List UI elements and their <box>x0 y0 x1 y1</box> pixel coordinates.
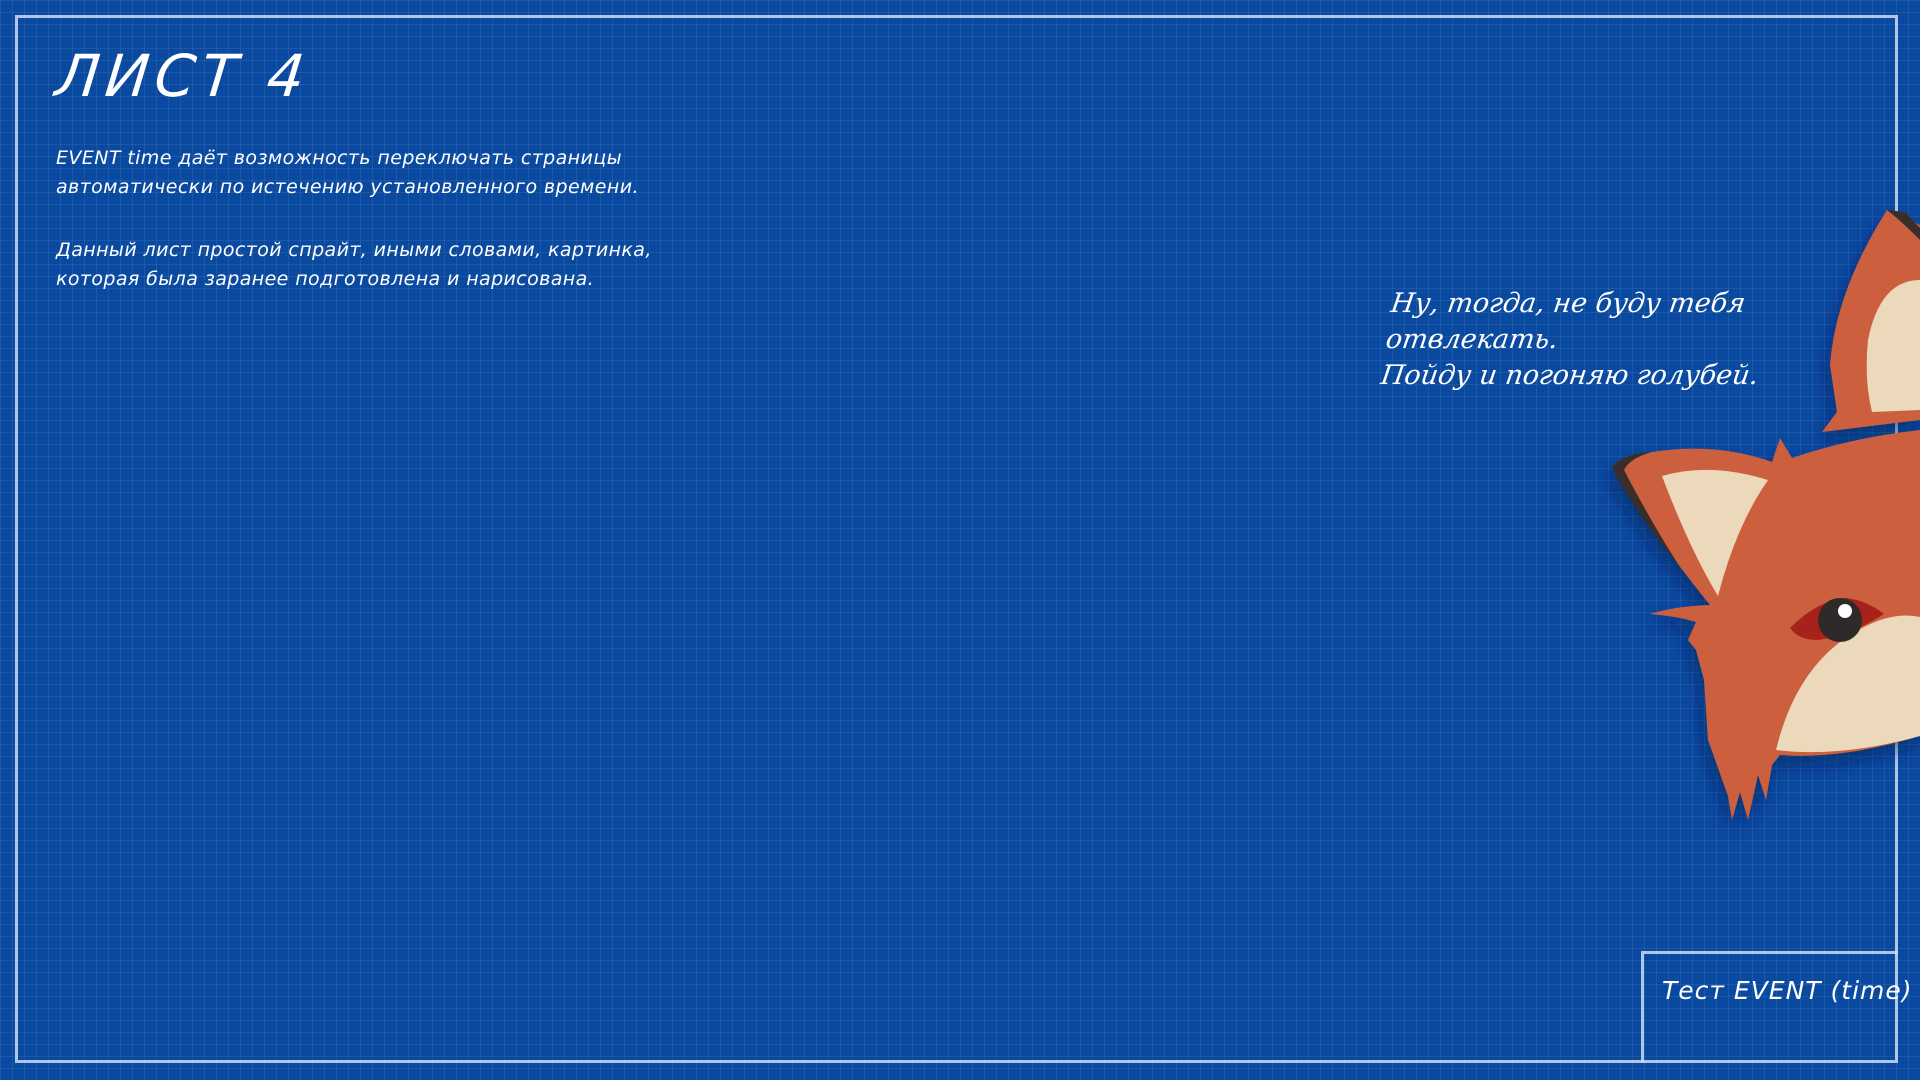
description-event-time: EVENT time даёт возможность переключать … <box>56 144 639 202</box>
description-line: EVENT time даёт возможность переключать … <box>56 147 622 169</box>
description-line: автоматически по истечению установленног… <box>56 176 639 198</box>
description-sprite: Данный лист простой спрайт, иными словам… <box>56 236 652 294</box>
fox-eye <box>1818 598 1862 642</box>
sheet-title: ЛИСТ 4 <box>52 42 314 110</box>
description-line: которая была заранее подготовлена и нари… <box>56 268 595 290</box>
title-block-stamp: Тест EVENT (time) <box>1641 951 1912 1063</box>
fox-eye-highlight <box>1838 604 1852 618</box>
fox-head <box>1612 210 1920 820</box>
stamp-label: Тест EVENT (time) <box>1662 976 1913 1005</box>
fox-mascot-icon <box>1612 210 1920 820</box>
description-line: Данный лист простой спрайт, иными словам… <box>56 239 652 261</box>
event-sheet-canvas: ЛИСТ 4 EVENT time даёт возможность перек… <box>0 0 1920 1080</box>
